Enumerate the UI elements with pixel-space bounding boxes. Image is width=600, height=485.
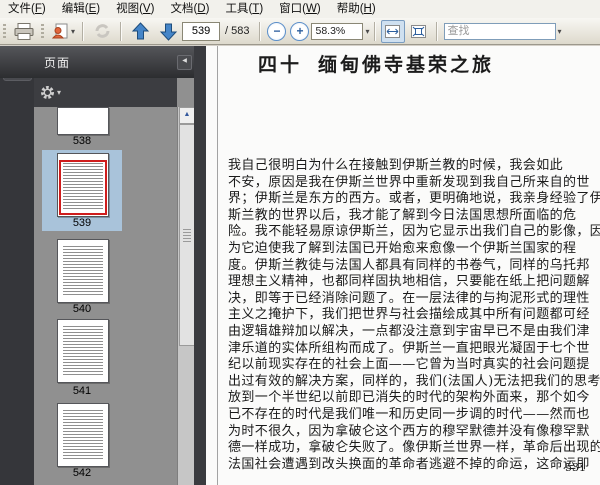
collaborate-icon — [51, 23, 68, 39]
options-button[interactable]: ▾ — [40, 85, 61, 100]
find-box: ▾ — [443, 22, 562, 40]
page-left-edge — [217, 46, 218, 485]
zoom-level-field[interactable]: 58.3% — [311, 22, 364, 40]
zoom-in-icon: + — [296, 24, 304, 38]
sidebar-scrollbar[interactable]: ▲ — [177, 107, 195, 485]
thumbnail-page-538[interactable] — [57, 107, 109, 135]
thumbnail-label[interactable]: 541 — [42, 385, 122, 397]
menu-item[interactable]: 编辑(E) — [54, 0, 108, 18]
text-line: 已不存在的时代是我们唯一和历史同一步调的时代——然而也 — [228, 406, 590, 422]
menu-item[interactable]: 视图(V) — [108, 0, 162, 18]
chapter-title-text: 缅甸佛寺基荣之旅 — [318, 54, 495, 76]
thumbnail-list: 538 539 540 541 542 — [34, 107, 177, 485]
text-line: 由逻辑雄辩加以解决，一点都没注意到宇宙早已不是由我们津 — [228, 323, 590, 339]
chevron-down-icon[interactable]: ▾ — [71, 27, 75, 36]
current-view-rectangle[interactable] — [59, 160, 107, 215]
toolbar-grip — [41, 23, 44, 39]
fit-page-icon — [411, 24, 426, 38]
find-dropdown-caret-icon[interactable]: ▾ — [558, 27, 562, 36]
thumbnail-page-542[interactable] — [57, 403, 109, 467]
gear-icon — [41, 86, 54, 99]
chapter-number: 四十 — [258, 54, 303, 76]
thumbnail-content — [63, 410, 103, 460]
scrollbar-thumb[interactable] — [179, 124, 195, 346]
page-number-printed: 531 — [565, 461, 586, 474]
toolbar-grip — [3, 23, 6, 39]
printer-icon — [14, 22, 34, 40]
text-line: 为它迫使我了解到法国已开始愈来愈像一个伊斯兰国家的程 — [228, 240, 577, 256]
next-page-button[interactable] — [154, 19, 182, 43]
text-line: 为时不很久，因为拿破仑这个西方的穆罕默德并没有像穆罕默 — [228, 423, 590, 439]
text-line: 津乐道的实体所组构而成了。伊斯兰一直把眼光凝固于七个世 — [228, 340, 590, 356]
scroll-up-button[interactable]: ▲ — [179, 107, 195, 124]
thumbnail-content — [63, 246, 103, 296]
collapse-icon: ◀ — [182, 58, 187, 64]
toolbar-separator — [120, 21, 123, 41]
zoom-dropdown-caret-icon[interactable]: ▾ — [365, 27, 369, 36]
print-button[interactable] — [10, 19, 38, 43]
zoom-out-button[interactable]: − — [267, 21, 287, 41]
previous-view-button-disabled — [88, 19, 116, 43]
thumbnail-content — [63, 326, 103, 376]
toolbar-separator — [435, 21, 438, 41]
text-line: 我自己很明白为什么在接触到伊斯兰教的时候，我会如此 — [228, 158, 564, 173]
panel-header: 页面 ◀ — [0, 46, 206, 78]
page-number-input[interactable] — [182, 21, 221, 41]
text-line: 不安，原因是我在伊斯兰世界中重新发现到我自己所来自的世 — [228, 174, 590, 190]
zoom-out-icon: − — [273, 24, 281, 38]
scrollbar-grip — [183, 229, 191, 243]
thumbnail-label[interactable]: 539 — [42, 217, 122, 229]
fit-width-button[interactable] — [380, 19, 405, 43]
thumbnail-label[interactable]: 542 — [42, 467, 122, 479]
fit-page-button[interactable] — [407, 20, 431, 43]
text-line: 主义之掩护下，我们把世界与社会描绘成其中所有问题都可经 — [228, 307, 590, 323]
thumbnail-page-540[interactable] — [57, 239, 109, 303]
text-line: 决，即等于已经消除问题了。在一层法律的与拘泥形式的理性 — [228, 290, 590, 306]
toolbar-separator — [259, 21, 262, 41]
panel-options-row: ▾ — [34, 78, 177, 108]
thumbnail-page-541[interactable] — [57, 319, 109, 383]
text-line: 界；伊斯兰是东方的西方。或者，更明确地说，我亲身经验了伊 — [228, 191, 600, 207]
text-line: 纪以前现实存在的社会上面——它曾为当时真实的社会问题提 — [228, 357, 590, 373]
arrow-up-icon — [131, 21, 149, 39]
menu-item[interactable]: 窗口(W) — [271, 0, 329, 18]
menu-bar: 文件(F) 编辑(E) 视图(V) 文档(D) 工具(T) 窗口(W) 帮助(H… — [0, 0, 600, 19]
zoom-in-button[interactable]: + — [290, 21, 310, 41]
text-line: 出过有效的解决方案，同样的，我们(法国人)无法把我们的思考 — [228, 373, 600, 389]
previous-page-button[interactable] — [126, 19, 154, 43]
toolbar-separator — [82, 21, 85, 41]
text-line: 险。我不能轻易原谅伊斯兰，因为它显示出我们自己的影像，因 — [228, 224, 600, 240]
body-text: 我自己很明白为什么在接触到伊斯兰教的时候，我会如此 不安，原因是我在伊斯兰世界中重… — [228, 158, 600, 473]
text-line: 理想主义精神，也都同样固执地相信，只要能在纸上把问题解 — [228, 274, 590, 290]
text-line: 德一样成功，拿破仑失败了。像伊斯兰世界一样，革命后出现的 — [228, 440, 600, 456]
panel-title: 页面 — [44, 55, 71, 70]
text-line: 斯兰教的世界以后，我才能了解到今日法国思想所面临的危 — [228, 207, 577, 223]
collaborate-button[interactable]: ▾ — [48, 19, 78, 43]
menu-item[interactable]: 文件(F) — [0, 0, 54, 18]
panel-tab-strip — [0, 46, 34, 485]
arrow-down-icon — [159, 23, 177, 41]
sidebar-splitter[interactable] — [194, 46, 206, 485]
history-arrows-icon — [95, 24, 110, 38]
chapter-title: 四十 缅甸佛寺基荣之旅 — [258, 50, 494, 77]
navigation-sidebar: 页面 ◀ ▾ 538 539 540 541 542 ▲ — [0, 46, 206, 485]
thumbnail-label[interactable]: 540 — [42, 303, 122, 315]
menu-item[interactable]: 工具(T) — [217, 0, 271, 18]
scroll-up-icon: ▲ — [183, 111, 191, 118]
toolbar-separator — [373, 21, 376, 41]
fit-width-icon — [385, 24, 400, 38]
collapse-panel-button[interactable]: ◀ — [177, 55, 192, 70]
find-input[interactable] — [443, 22, 556, 40]
text-line: 放到一个半世纪以前即已消失的时代的架构外面来，那个如今 — [228, 390, 590, 406]
menu-item[interactable]: 文档(D) — [162, 0, 217, 18]
options-caret-icon: ▾ — [57, 88, 62, 97]
menu-item[interactable]: 帮助(H) — [329, 0, 384, 18]
toolbar: ▾ / 583 − + 58.3% ▾ — [0, 18, 600, 45]
thumbnail-label[interactable]: 538 — [42, 135, 122, 147]
thumbnail-page-539[interactable] — [57, 153, 109, 217]
text-line: 度。伊斯兰教徒与法国人都具有同样的书卷气，同样的乌托邦 — [228, 257, 590, 273]
page-total-label: / 583 — [225, 25, 250, 37]
document-view[interactable]: 四十 缅甸佛寺基荣之旅 我自己很明白为什么在接触到伊斯兰教的时候，我会如此 不安，原… — [206, 46, 600, 485]
